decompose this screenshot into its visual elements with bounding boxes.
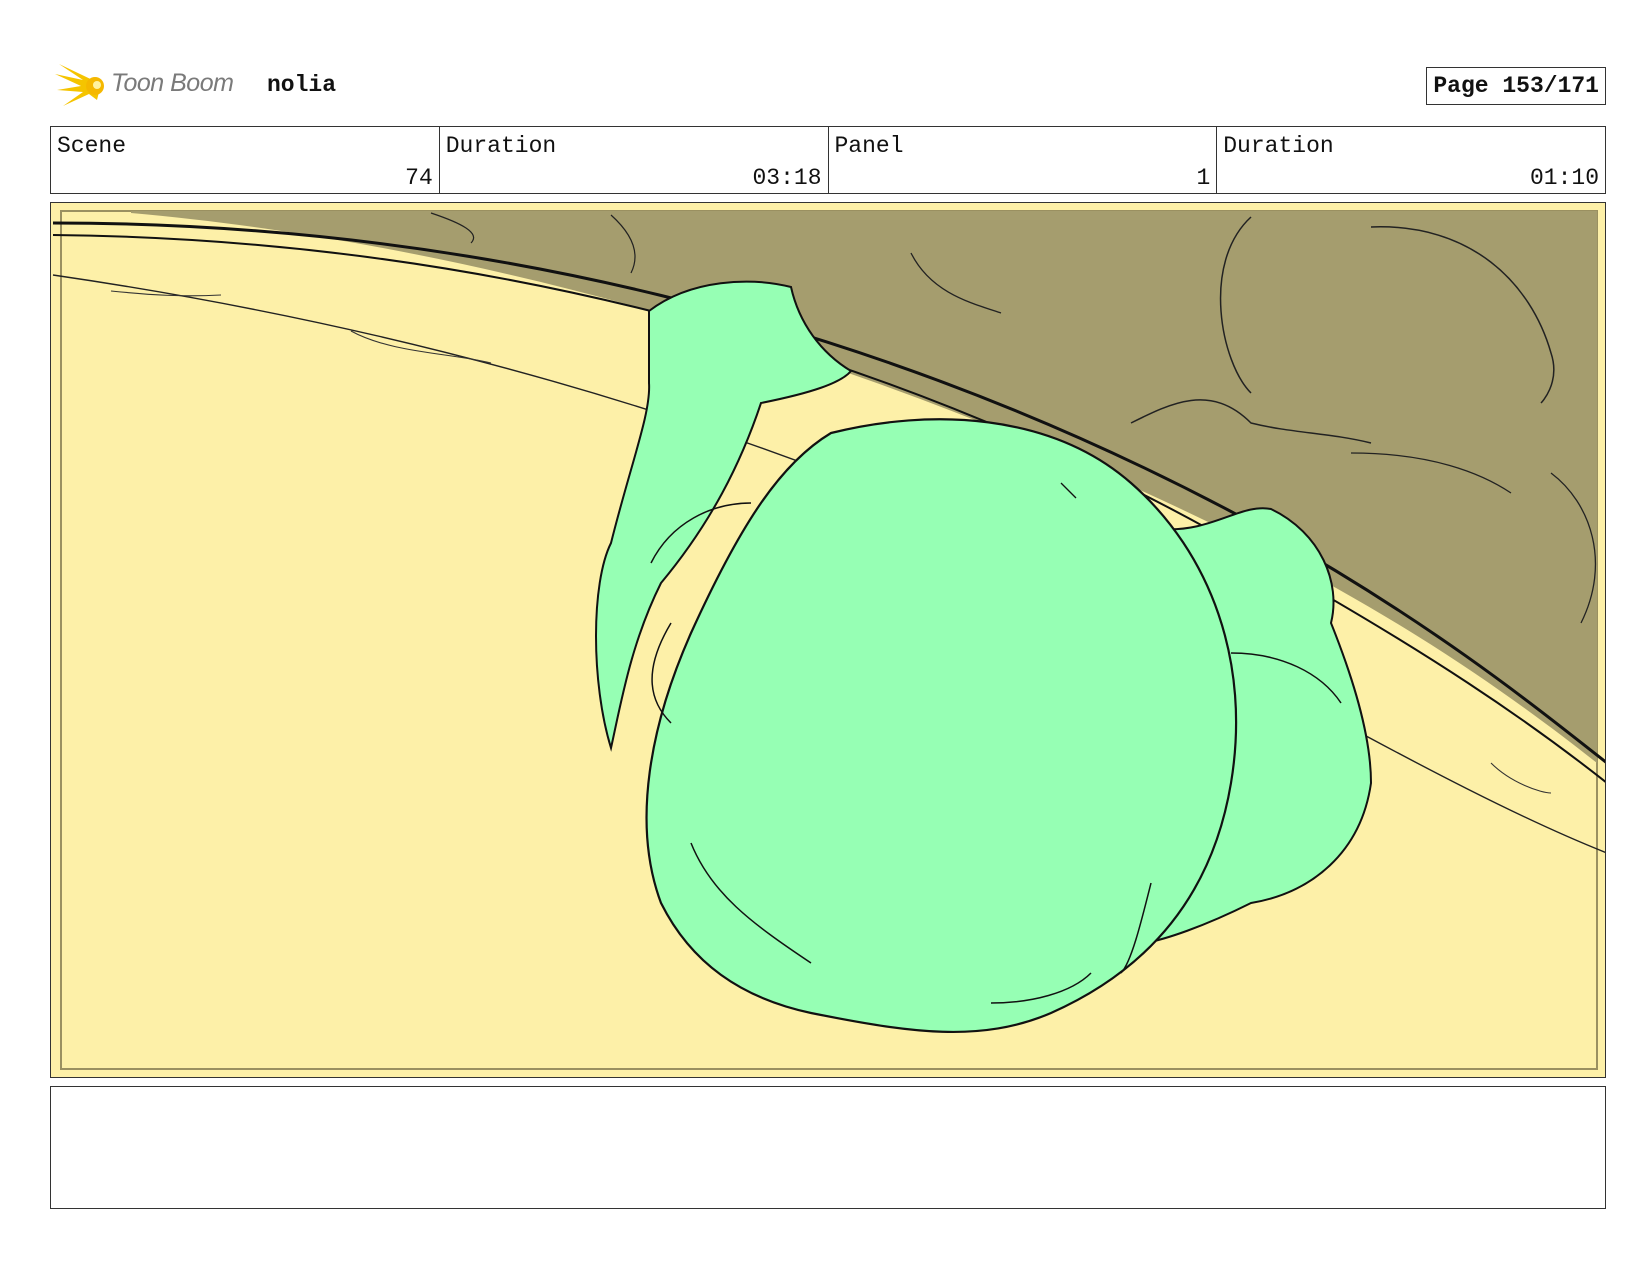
scene-duration-value: 03:18 (752, 165, 822, 191)
project-name: nolia (267, 72, 337, 98)
scene-cell: Scene 74 (51, 127, 440, 193)
panel-duration-label: Duration (1223, 133, 1334, 159)
panel-duration-value: 01:10 (1529, 165, 1599, 191)
storyboard-panel (50, 202, 1606, 1078)
page-number: Page 153/171 (1426, 67, 1606, 105)
scene-label: Scene (57, 133, 127, 159)
page-header: Toon Boom nolia Page 153/171 (50, 56, 1606, 106)
logo-text: Toon Boom (111, 69, 234, 97)
scene-duration-cell: Duration 03:18 (440, 127, 829, 193)
toon-boom-logo: Toon Boom (53, 60, 253, 106)
panel-label: Panel (834, 133, 904, 159)
panel-notes (50, 1086, 1606, 1209)
scene-duration-label: Duration (445, 133, 557, 159)
scene-value: 74 (405, 165, 433, 191)
panel-cell: Panel 1 (829, 127, 1218, 193)
panel-duration-cell: Duration 01:10 (1217, 127, 1605, 193)
scene-info-table: Scene 74 Duration 03:18 Panel 1 Duration… (50, 126, 1606, 194)
panel-value: 1 (1196, 165, 1211, 191)
panel-drawing (51, 203, 1605, 1077)
toon-boom-starburst-icon (55, 64, 104, 106)
